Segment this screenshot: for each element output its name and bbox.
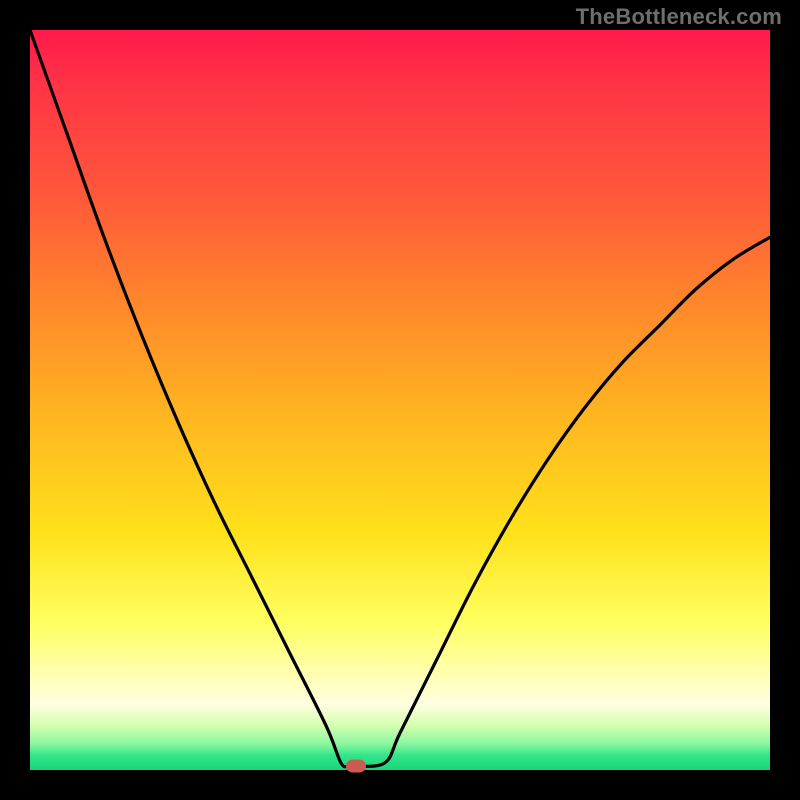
bottleneck-curve bbox=[30, 30, 770, 770]
curve-path bbox=[30, 30, 770, 767]
optimum-marker bbox=[346, 760, 366, 773]
chart-frame: TheBottleneck.com bbox=[0, 0, 800, 800]
plot-area bbox=[30, 30, 770, 770]
watermark-text: TheBottleneck.com bbox=[576, 4, 782, 30]
